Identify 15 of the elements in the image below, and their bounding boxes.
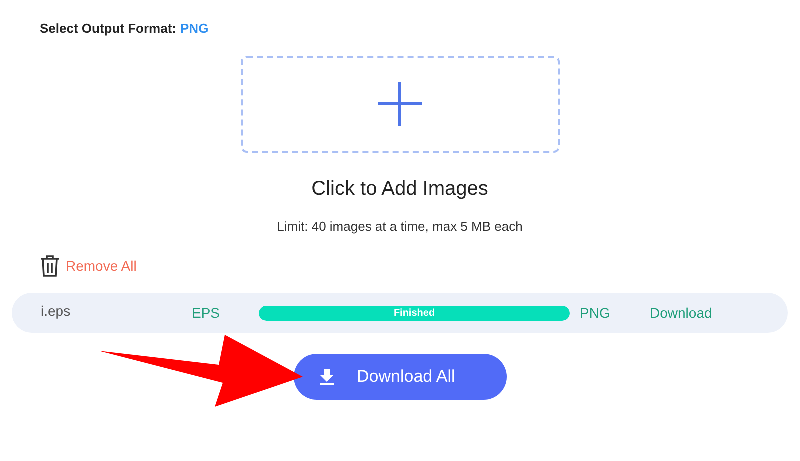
add-images-area[interactable] xyxy=(240,56,560,152)
format-label: Select Output Format: xyxy=(40,20,177,38)
add-images-title: Click to Add Images xyxy=(312,176,488,202)
remove-all-button[interactable]: Remove All xyxy=(40,255,137,277)
trash-icon xyxy=(40,255,60,277)
progress-status: Finished xyxy=(392,306,436,320)
download-all-button[interactable]: Download All xyxy=(294,354,507,400)
file-name: i.eps xyxy=(41,302,72,321)
source-format: EPS xyxy=(192,304,222,322)
download-link[interactable]: Download xyxy=(650,302,712,324)
limit-text: Limit: 40 images at a time, max 5 MB each xyxy=(277,218,523,236)
download-icon xyxy=(319,369,335,385)
target-format: PNG xyxy=(580,304,612,322)
plus-icon xyxy=(376,80,424,128)
format-value[interactable]: PNG xyxy=(180,19,209,38)
